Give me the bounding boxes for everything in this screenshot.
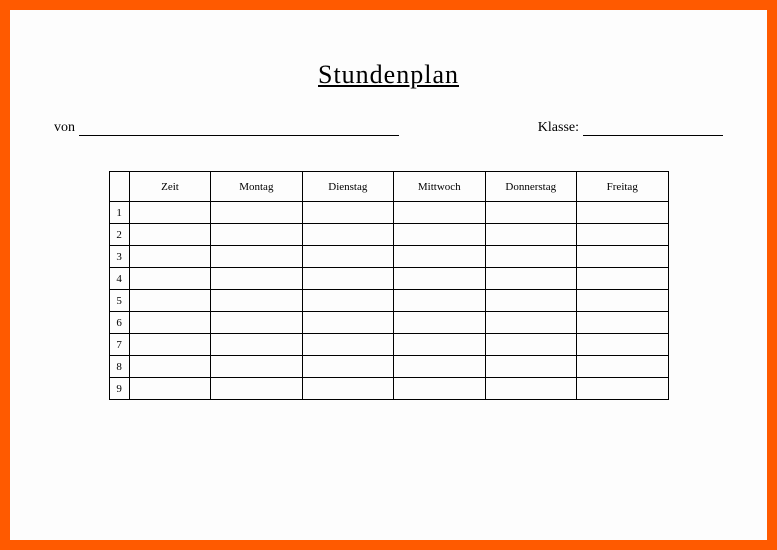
cell-zeit xyxy=(129,290,210,312)
cell-dienstag xyxy=(302,268,393,290)
cell-num: 9 xyxy=(109,378,129,400)
table-row: 8 xyxy=(109,356,668,378)
cell-montag xyxy=(211,334,302,356)
table-row: 6 xyxy=(109,312,668,334)
cell-zeit xyxy=(129,268,210,290)
table-row: 9 xyxy=(109,378,668,400)
cell-mittwoch xyxy=(394,202,485,224)
table-row: 1 xyxy=(109,202,668,224)
cell-zeit xyxy=(129,334,210,356)
from-field: von xyxy=(54,120,399,136)
cell-montag xyxy=(211,312,302,334)
cell-freitag xyxy=(576,334,668,356)
cell-freitag xyxy=(576,378,668,400)
cell-montag xyxy=(211,378,302,400)
cell-montag xyxy=(211,202,302,224)
cell-num: 6 xyxy=(109,312,129,334)
header-num xyxy=(109,172,129,202)
cell-donnerstag xyxy=(485,356,576,378)
cell-montag xyxy=(211,246,302,268)
cell-zeit xyxy=(129,224,210,246)
cell-donnerstag xyxy=(485,290,576,312)
cell-dienstag xyxy=(302,356,393,378)
cell-donnerstag xyxy=(485,246,576,268)
cell-zeit xyxy=(129,356,210,378)
info-row: von Klasse: xyxy=(50,120,727,136)
cell-freitag xyxy=(576,356,668,378)
header-mittwoch: Mittwoch xyxy=(394,172,485,202)
cell-dienstag xyxy=(302,312,393,334)
cell-donnerstag xyxy=(485,378,576,400)
cell-donnerstag xyxy=(485,224,576,246)
document-frame: Stundenplan von Klasse: Zeit Montag Dien… xyxy=(0,0,777,550)
cell-mittwoch xyxy=(394,356,485,378)
table-row: 3 xyxy=(109,246,668,268)
table-row: 4 xyxy=(109,268,668,290)
cell-mittwoch xyxy=(394,378,485,400)
cell-num: 8 xyxy=(109,356,129,378)
cell-montag xyxy=(211,356,302,378)
cell-freitag xyxy=(576,224,668,246)
cell-montag xyxy=(211,268,302,290)
cell-num: 1 xyxy=(109,202,129,224)
cell-zeit xyxy=(129,378,210,400)
cell-montag xyxy=(211,224,302,246)
cell-zeit xyxy=(129,202,210,224)
class-label: Klasse: xyxy=(538,120,579,136)
cell-mittwoch xyxy=(394,224,485,246)
page-title: Stundenplan xyxy=(50,60,727,90)
from-label: von xyxy=(54,120,75,136)
cell-mittwoch xyxy=(394,312,485,334)
cell-freitag xyxy=(576,202,668,224)
cell-zeit xyxy=(129,246,210,268)
cell-dienstag xyxy=(302,224,393,246)
cell-num: 5 xyxy=(109,290,129,312)
table-body: 123456789 xyxy=(109,202,668,400)
cell-num: 7 xyxy=(109,334,129,356)
cell-donnerstag xyxy=(485,202,576,224)
cell-num: 3 xyxy=(109,246,129,268)
cell-num: 2 xyxy=(109,224,129,246)
cell-mittwoch xyxy=(394,334,485,356)
header-freitag: Freitag xyxy=(576,172,668,202)
header-montag: Montag xyxy=(211,172,302,202)
cell-montag xyxy=(211,290,302,312)
table-row: 2 xyxy=(109,224,668,246)
cell-dienstag xyxy=(302,290,393,312)
cell-donnerstag xyxy=(485,312,576,334)
cell-mittwoch xyxy=(394,290,485,312)
table-row: 7 xyxy=(109,334,668,356)
cell-freitag xyxy=(576,290,668,312)
cell-dienstag xyxy=(302,202,393,224)
cell-dienstag xyxy=(302,246,393,268)
cell-mittwoch xyxy=(394,268,485,290)
cell-dienstag xyxy=(302,334,393,356)
cell-freitag xyxy=(576,312,668,334)
cell-donnerstag xyxy=(485,268,576,290)
timetable: Zeit Montag Dienstag Mittwoch Donnerstag… xyxy=(109,171,669,400)
header-donnerstag: Donnerstag xyxy=(485,172,576,202)
cell-donnerstag xyxy=(485,334,576,356)
header-dienstag: Dienstag xyxy=(302,172,393,202)
header-zeit: Zeit xyxy=(129,172,210,202)
table-row: 5 xyxy=(109,290,668,312)
table-header-row: Zeit Montag Dienstag Mittwoch Donnerstag… xyxy=(109,172,668,202)
class-field: Klasse: xyxy=(538,120,723,136)
cell-mittwoch xyxy=(394,246,485,268)
cell-freitag xyxy=(576,268,668,290)
from-blank xyxy=(79,121,399,136)
cell-num: 4 xyxy=(109,268,129,290)
cell-freitag xyxy=(576,246,668,268)
class-blank xyxy=(583,121,723,136)
cell-zeit xyxy=(129,312,210,334)
cell-dienstag xyxy=(302,378,393,400)
